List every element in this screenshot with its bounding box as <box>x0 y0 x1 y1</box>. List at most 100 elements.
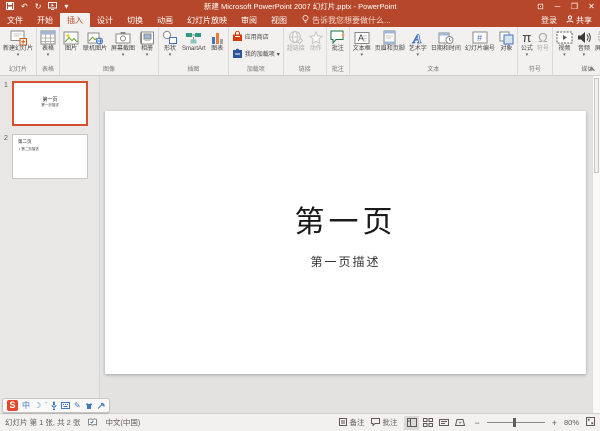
sogou-logo-icon[interactable]: S <box>7 400 18 411</box>
ribbon-display-options-button[interactable]: ⊡ <box>532 2 549 11</box>
ribbon-tab[interactable]: 视图 <box>264 13 294 27</box>
ribbon-tab[interactable]: 设计 <box>90 13 120 27</box>
shapes-button[interactable]: 形状▾ <box>160 28 180 57</box>
spellcheck-icon[interactable] <box>88 418 97 427</box>
slideshow-button[interactable] <box>452 416 467 430</box>
tell-me-box[interactable]: 告诉我您想要做什么... <box>294 13 399 27</box>
online-pictures-button[interactable]: 联机图片 <box>81 28 109 53</box>
ribbon-tab[interactable]: 文件 <box>0 13 30 27</box>
datetime-button[interactable]: 日期和时间 <box>429 28 463 53</box>
editing-canvas: 第一页 第一页描述 <box>100 76 600 413</box>
photo-album-button[interactable]: 相册▾ <box>137 28 157 57</box>
hyperlink-icon <box>288 29 304 46</box>
minimize-button[interactable]: ─ <box>549 2 566 11</box>
smartart-button[interactable]: SmartArt <box>180 28 208 53</box>
comments-button[interactable]: 批注 <box>371 417 397 428</box>
ribbon-tab[interactable]: 动画 <box>150 13 180 27</box>
button-label: 应用商店 <box>245 34 269 42</box>
chart-icon <box>210 29 225 46</box>
slide-subtitle[interactable]: 第一页描述 <box>105 253 586 270</box>
button-label: 超链接 <box>287 46 305 53</box>
reading-view-button[interactable] <box>436 416 451 430</box>
zoom-slider[interactable] <box>487 422 545 423</box>
ribbon-tab[interactable]: 开始 <box>30 13 60 27</box>
slide-counter[interactable]: 幻灯片 第 1 张, 共 2 张 <box>5 417 80 428</box>
button-label: 图表 <box>211 46 223 53</box>
slide-number-button[interactable]: #幻灯片编号 <box>463 28 497 53</box>
zoom-in-button[interactable]: + <box>552 418 557 428</box>
textbox-button[interactable]: A文本框▾ <box>351 28 373 57</box>
dropdown-arrow-icon: ▾ <box>526 53 529 57</box>
header-footer-button[interactable]: 页眉和页脚 <box>373 28 407 53</box>
restore-button[interactable]: ❐ <box>566 2 583 11</box>
undo-icon[interactable]: ↶ <box>21 3 28 11</box>
moon-icon[interactable]: ☽ <box>34 401 41 411</box>
close-button[interactable]: ✕ <box>583 2 600 11</box>
comment-button[interactable]: 批注 <box>328 28 348 53</box>
audio-button[interactable]: 音频▾ <box>575 28 593 57</box>
store-button[interactable]: 应用商店 <box>230 31 271 45</box>
table-icon <box>40 29 56 46</box>
my-addins-button[interactable]: 我的加载项▾ <box>230 48 282 62</box>
zoom-slider-thumb[interactable] <box>513 418 516 427</box>
vertical-scrollbar[interactable] <box>592 76 600 413</box>
picture-button[interactable]: 图片 <box>61 28 81 53</box>
save-icon[interactable] <box>6 2 14 12</box>
screenshot-button[interactable]: 屏幕截图▾ <box>109 28 137 57</box>
handwriting-icon[interactable]: ✎ <box>74 401 81 411</box>
slide-sorter-button[interactable] <box>420 416 435 430</box>
table-button[interactable]: 表格▾ <box>38 28 58 57</box>
wordart-icon: A <box>411 29 425 46</box>
ribbon-group-tables: 表格▾表格 <box>37 27 60 75</box>
normal-view-button[interactable] <box>404 416 419 430</box>
zoom-out-button[interactable]: − <box>474 418 479 428</box>
slide-thumbnail-2[interactable]: 第二页 • 第二页描述 <box>12 134 88 179</box>
toolbox-icon[interactable] <box>97 402 105 410</box>
button-label: 日期和时间 <box>431 46 461 53</box>
equation-button[interactable]: π公式▾ <box>519 28 535 57</box>
hyperlink-button[interactable]: 超链接 <box>285 28 307 53</box>
microphone-icon[interactable] <box>51 401 57 410</box>
slide-title[interactable]: 第一页 <box>105 197 586 241</box>
share-button[interactable]: 共享 <box>566 15 592 26</box>
workspace: 1 第一页 第一页描述 2 第二页 • 第二页描述 第一页 第一页描述 <box>0 76 600 413</box>
slide-canvas[interactable]: 第一页 第一页描述 <box>105 111 586 374</box>
ribbon-group-label: 加载项 <box>230 66 282 75</box>
scrollbar-thumb[interactable] <box>594 78 599 173</box>
ribbon-tab[interactable]: 审阅 <box>234 13 264 27</box>
ribbon-group-images: 图片联机图片屏幕截图▾相册▾图像 <box>60 27 159 75</box>
language-label[interactable]: 中文(中国) <box>105 417 140 428</box>
dropdown-arrow-icon: ▾ <box>47 53 50 57</box>
comment-icon <box>330 29 346 46</box>
datetime-icon <box>438 29 454 46</box>
dropdown-arrow-icon: ▾ <box>122 53 125 57</box>
redo-icon[interactable]: ↻ <box>35 3 42 11</box>
screen-record-button[interactable]: 屏幕录制 <box>593 28 600 53</box>
new-slide-button[interactable]: 新建幻灯片▾ <box>1 28 35 57</box>
audio-icon <box>577 29 591 46</box>
notes-button[interactable]: 备注 <box>339 417 364 428</box>
object-button[interactable]: 对象 <box>497 28 516 53</box>
chinese-mode-icon[interactable]: 中 <box>22 401 30 411</box>
skin-icon[interactable] <box>85 402 93 410</box>
chart-button[interactable]: 图表 <box>208 28 227 53</box>
statusbar: 幻灯片 第 1 张, 共 2 张 中文(中国) 备注 批注 <box>0 413 600 431</box>
emoji-keyboard-icon[interactable] <box>61 402 70 409</box>
fit-to-window-button[interactable] <box>586 417 595 428</box>
collapse-ribbon-button[interactable] <box>590 67 596 73</box>
slide-thumbnail-1[interactable]: 第一页 第一页描述 <box>12 81 88 126</box>
ribbon-tab[interactable]: 幻灯片放映 <box>180 13 234 27</box>
start-slideshow-icon[interactable] <box>48 2 57 12</box>
ribbon-tab[interactable]: 切换 <box>120 13 150 27</box>
ribbon-tab[interactable]: 插入 <box>60 13 90 27</box>
ime-toolbar[interactable]: S 中 ☽ ’ ✎ <box>2 398 110 413</box>
wordart-button[interactable]: A艺术字▾ <box>407 28 429 57</box>
action-button[interactable]: 动作 <box>307 28 325 53</box>
sign-in-button[interactable]: 登录 <box>541 15 557 26</box>
video-button[interactable]: 视频▾ <box>554 28 575 57</box>
symbol-button[interactable]: Ω符号 <box>535 28 551 53</box>
apostrophe-icon[interactable]: ’ <box>45 401 47 411</box>
zoom-level[interactable]: 80% <box>564 418 579 427</box>
tell-me-label: 告诉我您想要做什么... <box>312 15 391 26</box>
thumb2-title: 第二页 <box>18 139 32 145</box>
